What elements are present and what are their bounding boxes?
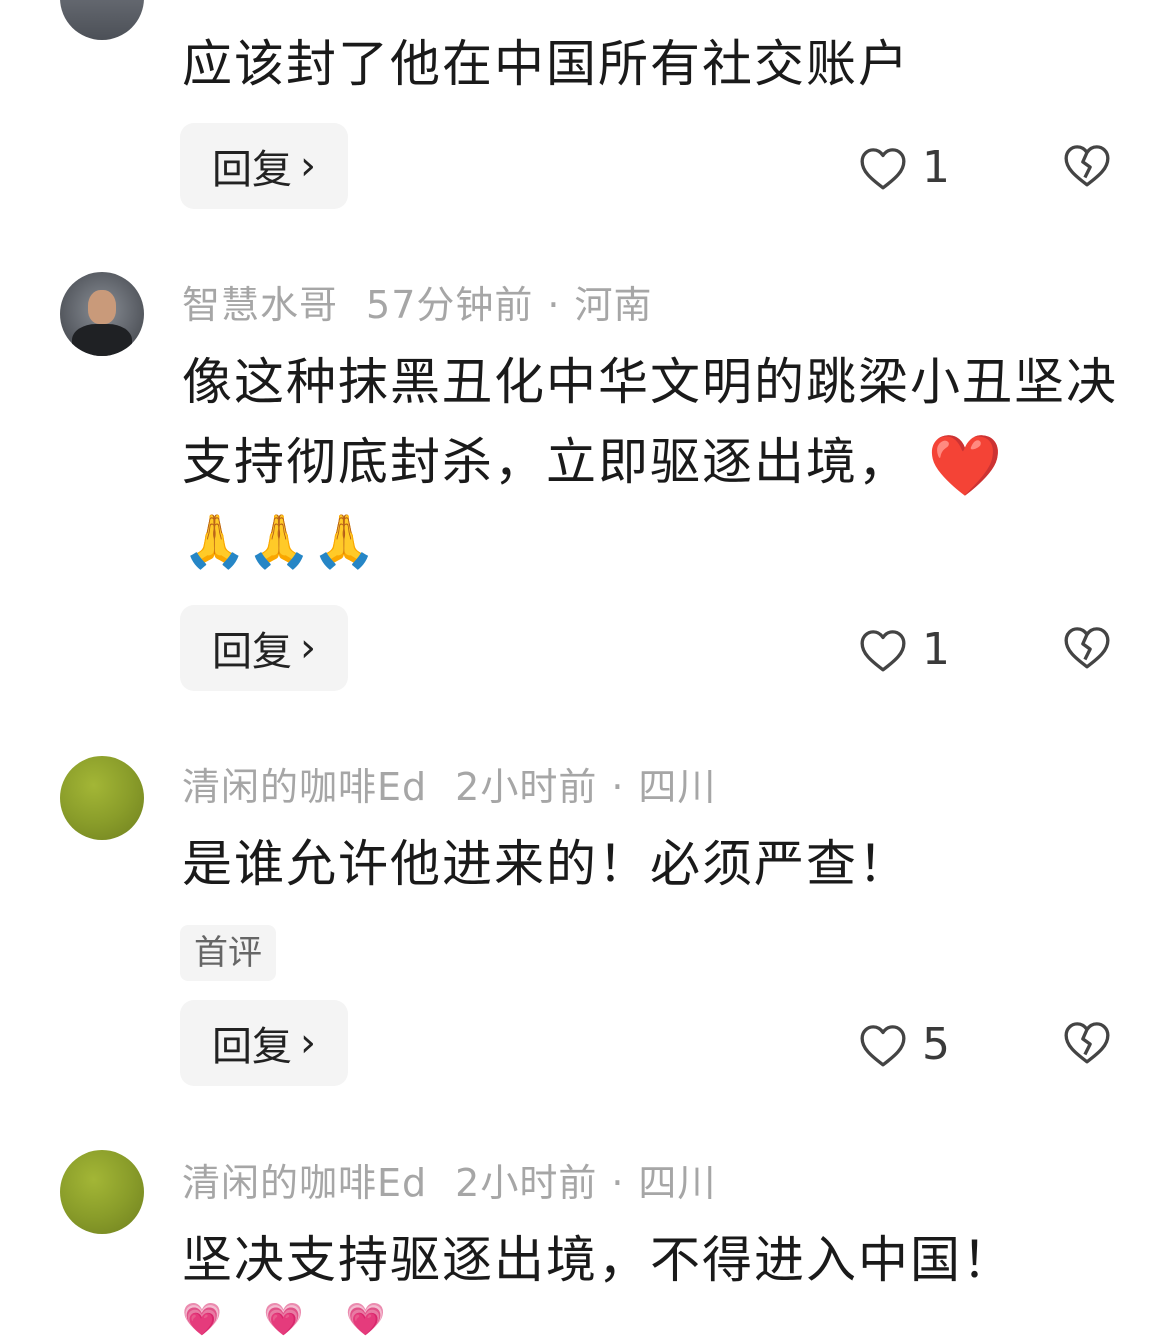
heart-emoji: ❤️ bbox=[927, 430, 1005, 501]
chevron-right-icon: › bbox=[300, 143, 316, 189]
like-count: 5 bbox=[922, 1019, 950, 1070]
username[interactable]: 智慧水哥 bbox=[182, 283, 338, 327]
separator: · bbox=[611, 1161, 625, 1205]
comment-time: 2小时前 bbox=[455, 765, 598, 809]
broken-heart-icon[interactable] bbox=[1062, 142, 1112, 188]
avatar[interactable] bbox=[60, 0, 144, 40]
heart-outline-icon bbox=[860, 147, 906, 189]
comment-text: 像这种抹黑丑化中华文明的跳梁小丑坚决支持彻底封杀，立即驱逐出境， ❤️ bbox=[182, 342, 1122, 506]
heart-outline-icon bbox=[860, 1024, 906, 1066]
comment-text: 应该封了他在中国所有社交账户 bbox=[182, 35, 910, 93]
username[interactable]: 清闲的咖啡Ed bbox=[182, 1161, 427, 1205]
heart-outline-icon bbox=[860, 629, 906, 671]
comment-text: 坚决支持驱逐出境，不得进入中国！ bbox=[182, 1231, 1014, 1289]
pray-emoji-row: 🙏🙏🙏 bbox=[182, 512, 377, 572]
broken-heart-icon[interactable] bbox=[1062, 1019, 1112, 1065]
comment-time: 2小时前 bbox=[455, 1161, 598, 1205]
comment-meta: 清闲的咖啡Ed 2小时前 · 四川 bbox=[182, 1152, 716, 1207]
reply-label: 回复 bbox=[212, 629, 292, 675]
separator: · bbox=[547, 283, 561, 327]
heart-emoji-row: 💗💗💗 bbox=[182, 1300, 428, 1338]
like-count: 1 bbox=[922, 624, 950, 675]
reply-button[interactable]: 回复 › bbox=[180, 605, 348, 691]
avatar[interactable] bbox=[60, 1150, 144, 1234]
chevron-right-icon: › bbox=[300, 625, 316, 671]
reply-button[interactable]: 回复 › bbox=[180, 123, 348, 209]
like-button[interactable]: 1 bbox=[858, 142, 950, 193]
comment-location: 河南 bbox=[574, 283, 653, 327]
reply-label: 回复 bbox=[212, 1024, 292, 1070]
avatar[interactable] bbox=[60, 756, 144, 840]
comment-meta: 清闲的咖啡Ed 2小时前 · 四川 bbox=[182, 756, 716, 811]
comment-text: 是谁允许他进来的！必须严查！ bbox=[182, 835, 910, 893]
reply-button[interactable]: 回复 › bbox=[180, 1000, 348, 1086]
separator: · bbox=[611, 765, 625, 809]
reply-label: 回复 bbox=[212, 147, 292, 193]
like-button[interactable]: 5 bbox=[858, 1019, 950, 1070]
comment-location: 四川 bbox=[638, 1161, 717, 1205]
avatar[interactable] bbox=[60, 272, 144, 356]
username[interactable]: 清闲的咖啡Ed bbox=[182, 765, 427, 809]
comment-location: 四川 bbox=[638, 765, 717, 809]
broken-heart-icon[interactable] bbox=[1062, 624, 1112, 670]
like-count: 1 bbox=[922, 142, 950, 193]
comment-time: 57分钟前 bbox=[366, 283, 534, 327]
first-comment-tag: 首评 bbox=[180, 925, 276, 981]
comment-meta: 智慧水哥 57分钟前 · 河南 bbox=[182, 274, 652, 329]
like-button[interactable]: 1 bbox=[858, 624, 950, 675]
chevron-right-icon: › bbox=[300, 1020, 316, 1066]
